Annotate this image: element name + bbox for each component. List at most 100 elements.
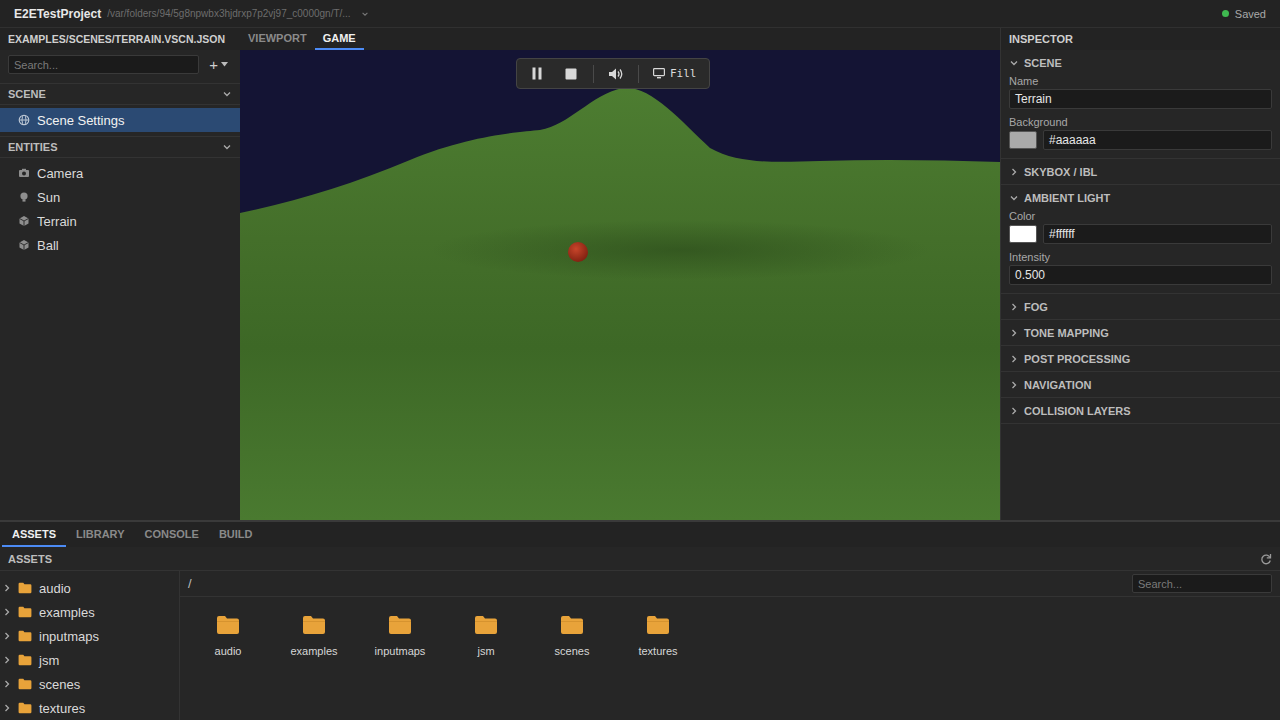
tree-item[interactable]: Sun — [0, 185, 240, 209]
tree-item[interactable]: scenes — [0, 672, 179, 696]
chevron-down-icon[interactable] — [222, 89, 232, 99]
chevron-right-icon[interactable] — [2, 703, 12, 713]
tree-item[interactable]: textures — [0, 696, 179, 720]
chevron-right-icon[interactable] — [2, 583, 12, 593]
field-input[interactable]: #aaaaaa — [1043, 130, 1272, 150]
section-header[interactable]: ENTITIES — [0, 136, 240, 158]
document-tab[interactable]: EXAMPLES/SCENES/TERRAIN.VSCN.JSON — [0, 28, 225, 50]
panel-tab[interactable]: ASSETS — [2, 522, 66, 547]
stop-button[interactable] — [559, 62, 583, 86]
tree-item[interactable]: inputmaps — [0, 624, 179, 648]
tree-item[interactable]: audio — [0, 576, 179, 600]
chevron-right-icon[interactable] — [1009, 328, 1019, 338]
section-header[interactable]: SCENE — [1001, 50, 1280, 75]
folder-tile[interactable]: textures — [618, 615, 698, 657]
section-header[interactable]: POST PROCESSING — [1001, 346, 1280, 371]
section-title: TONE MAPPING — [1024, 327, 1109, 339]
field-input[interactable]: Terrain — [1009, 89, 1272, 109]
tree-item[interactable]: Ball — [0, 233, 240, 257]
section-header[interactable]: SKYBOX / IBL — [1001, 159, 1280, 184]
chevron-down-icon[interactable] — [1009, 58, 1019, 68]
audio-button[interactable] — [604, 62, 628, 86]
section-header[interactable]: SCENE — [0, 83, 240, 105]
inspector-section: NAVIGATION — [1001, 372, 1280, 398]
color-swatch[interactable] — [1009, 131, 1037, 149]
stop-icon — [565, 68, 577, 80]
terrain-render — [240, 50, 1000, 520]
chevron-right-icon[interactable] — [2, 631, 12, 641]
tree-item[interactable]: Camera — [0, 161, 240, 185]
tree-item[interactable]: Scene Settings — [0, 108, 240, 132]
tab-label: BUILD — [219, 528, 253, 540]
chevron-down-icon[interactable] — [222, 142, 232, 152]
tree-item[interactable]: examples — [0, 600, 179, 624]
panel-tab[interactable]: CONSOLE — [135, 522, 209, 547]
field-input[interactable]: 0.500 — [1009, 265, 1272, 285]
section-title: AMBIENT LIGHT — [1024, 192, 1110, 204]
tree-item[interactable]: jsm — [0, 648, 179, 672]
scale-mode-button[interactable]: Fill — [649, 67, 701, 80]
panel-tab[interactable]: BUILD — [209, 522, 263, 547]
folder-tile[interactable]: inputmaps — [360, 615, 440, 657]
inspector-section: SCENE Name Terrain Background #aaaaaa — [1001, 50, 1280, 159]
chevron-right-icon[interactable] — [1009, 406, 1019, 416]
add-entity-button[interactable]: + — [205, 56, 232, 74]
title-bar: E2ETestProject/var/folders/94/5g8npwbx3h… — [0, 0, 1280, 28]
tree-item[interactable]: Terrain — [0, 209, 240, 233]
asset-search[interactable] — [1132, 574, 1272, 593]
chevron-right-icon[interactable] — [2, 607, 12, 617]
folder-tile[interactable]: scenes — [532, 615, 612, 657]
panel-tab[interactable]: LIBRARY — [66, 522, 134, 547]
folder-tile[interactable]: jsm — [446, 615, 526, 657]
field-input[interactable]: #ffffff — [1043, 224, 1272, 244]
color-swatch[interactable] — [1009, 225, 1037, 243]
chevron-right-icon[interactable] — [1009, 380, 1019, 390]
item-label: Ball — [37, 238, 59, 253]
section-header[interactable]: TONE MAPPING — [1001, 320, 1280, 345]
chevron-right-icon[interactable] — [1009, 302, 1019, 312]
chevron-down-icon[interactable] — [1009, 193, 1019, 203]
folder-label: audio — [215, 645, 242, 657]
folder-icon — [646, 615, 670, 635]
view-tab[interactable]: GAME — [315, 28, 364, 50]
chevron-right-icon[interactable] — [1009, 167, 1019, 177]
pause-button[interactable] — [525, 62, 549, 86]
section-title: ENTITIES — [8, 141, 222, 153]
pause-icon — [531, 67, 543, 80]
field-value: #aaaaaa — [1049, 133, 1096, 147]
section-header[interactable]: NAVIGATION — [1001, 372, 1280, 397]
inspector-field: Name Terrain — [1009, 75, 1272, 109]
folder-tile[interactable]: audio — [188, 615, 268, 657]
section-header[interactable]: FOG — [1001, 294, 1280, 319]
add-label[interactable]: + — [209, 56, 218, 73]
speaker-icon — [608, 67, 624, 81]
section-header[interactable]: AMBIENT LIGHT — [1001, 185, 1280, 210]
chevron-right-icon[interactable] — [2, 679, 12, 689]
tab-label: ASSETS — [12, 528, 56, 540]
refresh-button[interactable] — [1260, 553, 1272, 565]
folder-tile[interactable]: examples — [274, 615, 354, 657]
status-dot — [1222, 10, 1229, 17]
chevron-right-icon[interactable] — [2, 655, 12, 665]
chevron-right-icon[interactable] — [1009, 354, 1019, 364]
section-title: SCENE — [1024, 57, 1062, 69]
inspector-field: Color#ffffff — [1009, 210, 1272, 244]
field-value: 0.500 — [1015, 268, 1045, 282]
folder-icon — [388, 615, 412, 635]
field-label: Background — [1009, 116, 1272, 128]
folder-label: jsm — [477, 645, 494, 657]
game-view[interactable]: Fill — [240, 50, 1000, 520]
section-title: SKYBOX / IBL — [1024, 166, 1097, 178]
tree-label: inputmaps — [39, 629, 99, 644]
chevron-down-icon — [361, 10, 369, 18]
monitor-icon — [653, 68, 665, 79]
section-title: COLLISION LAYERS — [1024, 405, 1131, 417]
folder-label: textures — [638, 645, 677, 657]
folder-label: examples — [290, 645, 337, 657]
hierarchy-search[interactable] — [8, 55, 199, 74]
section-header[interactable]: COLLISION LAYERS — [1001, 398, 1280, 423]
field-label: Name — [1009, 75, 1272, 87]
tree-label: textures — [39, 701, 85, 716]
tree-label: examples — [39, 605, 95, 620]
view-tab[interactable]: VIEWPORT — [240, 28, 315, 50]
